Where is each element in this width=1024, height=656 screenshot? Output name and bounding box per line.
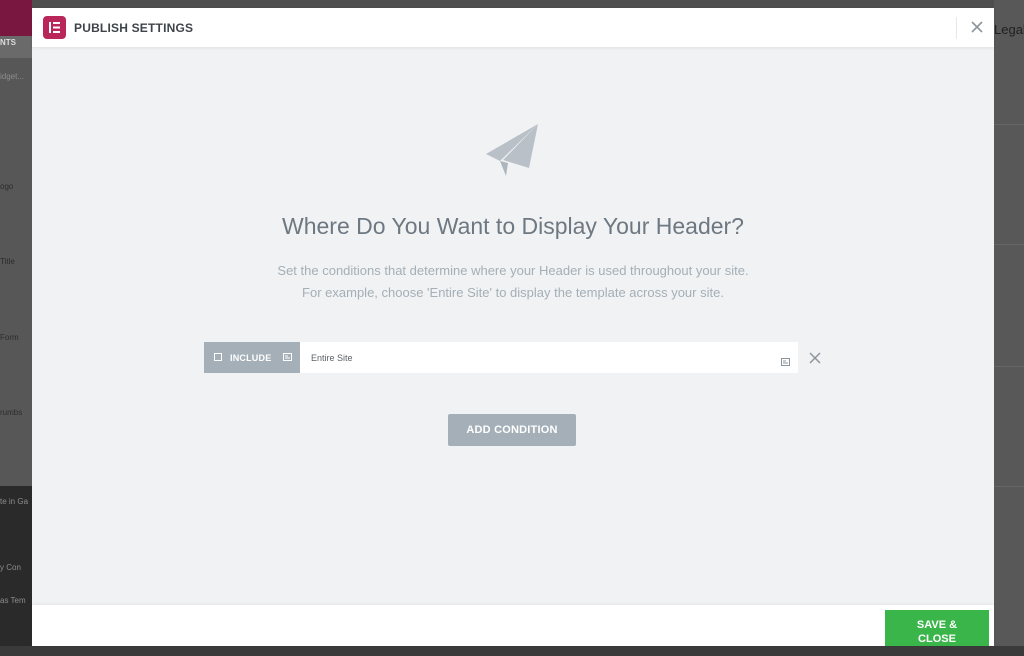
editor-canvas-background: Legal bbox=[994, 0, 1024, 656]
editor-widget-label: rumbs bbox=[0, 408, 23, 417]
condition-row: INCLUDE Entire Site bbox=[204, 342, 798, 373]
dropdown-arrows-icon bbox=[283, 353, 292, 363]
editor-widget-label: Title bbox=[0, 257, 15, 266]
editor-panel-item: te in Ga bbox=[0, 497, 29, 506]
close-icon[interactable] bbox=[967, 17, 987, 37]
condition-type-label: INCLUDE bbox=[230, 353, 272, 363]
modal-footer: SAVE & CLOSE bbox=[32, 605, 994, 646]
modal-header: PUBLISH SETTINGS bbox=[32, 8, 994, 47]
save-and-close-button[interactable]: SAVE & CLOSE bbox=[885, 610, 989, 646]
modal-heading: Where Do You Want to Display Your Header… bbox=[282, 213, 744, 239]
description-line: Set the conditions that determine where … bbox=[277, 263, 749, 278]
remove-condition-icon[interactable] bbox=[808, 351, 822, 365]
canvas-nav-label: Legal bbox=[994, 22, 1024, 37]
editor-tab-label: NTS bbox=[0, 38, 16, 47]
editor-brand-bar bbox=[0, 0, 32, 36]
editor-panel-item: as Tem bbox=[0, 596, 26, 605]
canvas-divider bbox=[994, 366, 1024, 367]
add-condition-button[interactable]: ADD CONDITION bbox=[448, 414, 576, 446]
checkbox-icon bbox=[214, 353, 222, 361]
header-divider bbox=[956, 17, 957, 39]
condition-type-select[interactable]: INCLUDE bbox=[204, 342, 300, 373]
canvas-divider bbox=[994, 124, 1024, 125]
editor-bottom-background bbox=[0, 646, 1024, 656]
editor-sidebar-background: NTS idget... ogo Title Form rumbs te in … bbox=[0, 0, 32, 656]
description-line: For example, choose 'Entire Site' to dis… bbox=[302, 285, 724, 300]
modal-description: Set the conditions that determine where … bbox=[32, 260, 994, 304]
paper-plane-icon bbox=[486, 124, 538, 176]
canvas-divider bbox=[994, 486, 1024, 487]
editor-widget-label: ogo bbox=[0, 182, 14, 191]
condition-value-select[interactable]: Entire Site bbox=[300, 342, 798, 373]
publish-settings-modal: PUBLISH SETTINGS Where Do You Want to Di… bbox=[32, 8, 994, 646]
editor-search-label: idget... bbox=[0, 72, 25, 81]
editor-panel-item: y Con bbox=[0, 563, 21, 572]
dropdown-arrows-icon bbox=[781, 353, 790, 371]
modal-title: PUBLISH SETTINGS bbox=[74, 21, 194, 35]
editor-widget-label: Form bbox=[0, 333, 19, 342]
save-button-label: SAVE & CLOSE bbox=[916, 619, 958, 645]
canvas-divider bbox=[994, 244, 1024, 245]
condition-value-label: Entire Site bbox=[311, 353, 353, 363]
elementor-logo-icon bbox=[43, 16, 66, 39]
